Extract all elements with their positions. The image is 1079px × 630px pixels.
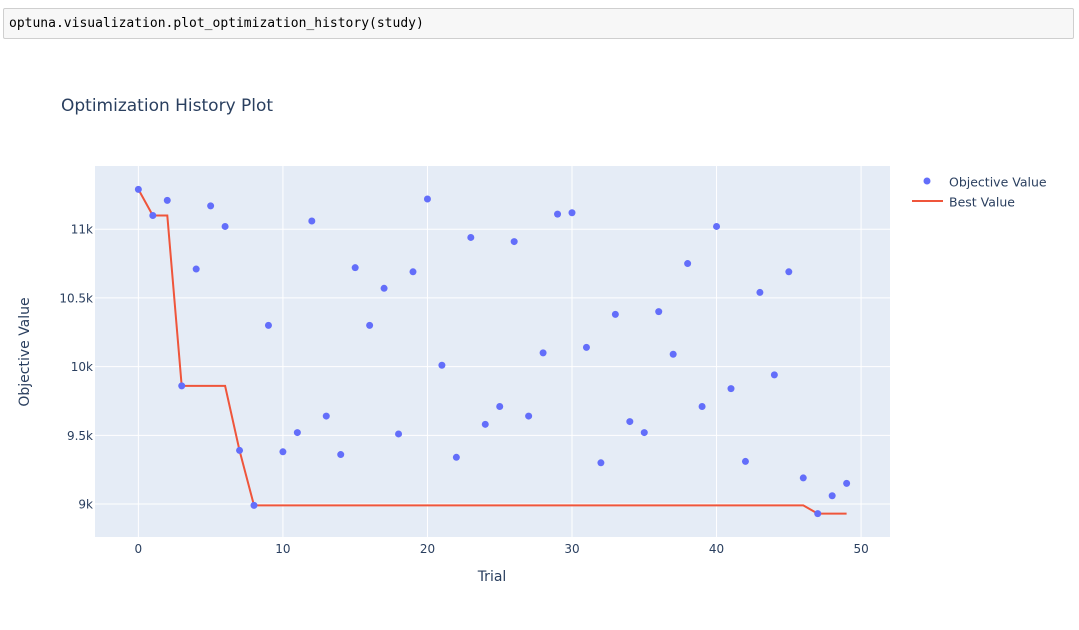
objective-point[interactable]: [264, 321, 272, 329]
objective-point[interactable]: [279, 448, 287, 456]
objective-point[interactable]: [192, 265, 200, 273]
objective-point[interactable]: [539, 349, 547, 357]
objective-point[interactable]: [582, 343, 590, 351]
objective-point[interactable]: [684, 260, 692, 268]
objective-point[interactable]: [481, 420, 489, 428]
objective-point[interactable]: [452, 453, 460, 461]
optimization-history-chart: Optimization History Plot 0 10 20 30 40 50 9k 9…: [17, 96, 1047, 585]
objective-point[interactable]: [770, 371, 778, 379]
x-tick-label: 40: [709, 542, 724, 556]
objective-point[interactable]: [568, 209, 576, 217]
legend-item-objective-value[interactable]: Objective Value: [923, 175, 1047, 190]
objective-point[interactable]: [308, 217, 316, 225]
objective-point[interactable]: [756, 288, 764, 296]
objective-point[interactable]: [366, 321, 374, 329]
legend-marker-icon: [923, 177, 931, 185]
objective-point[interactable]: [163, 196, 171, 204]
objective-point[interactable]: [785, 268, 793, 276]
objective-point[interactable]: [221, 222, 229, 230]
objective-point[interactable]: [510, 238, 518, 246]
objective-point[interactable]: [554, 210, 562, 218]
y-tick-label: 11k: [71, 223, 93, 237]
objective-point[interactable]: [655, 308, 663, 316]
objective-point[interactable]: [727, 385, 735, 393]
objective-point[interactable]: [351, 264, 359, 272]
objective-point[interactable]: [611, 310, 619, 318]
objective-point[interactable]: [250, 501, 258, 509]
objective-point[interactable]: [496, 402, 504, 410]
legend[interactable]: Objective Value Best Value: [912, 175, 1047, 210]
objective-point[interactable]: [395, 430, 403, 438]
objective-point[interactable]: [597, 459, 605, 467]
objective-point[interactable]: [814, 510, 822, 518]
objective-point[interactable]: [828, 492, 836, 500]
objective-point[interactable]: [669, 350, 677, 358]
objective-point[interactable]: [207, 202, 215, 210]
legend-label-best: Best Value: [949, 195, 1015, 210]
objective-point[interactable]: [149, 211, 157, 219]
objective-point[interactable]: [698, 402, 706, 410]
objective-point[interactable]: [409, 268, 417, 276]
y-tick-label: 9.5k: [67, 429, 93, 443]
x-tick-label: 0: [135, 542, 143, 556]
legend-label-objective: Objective Value: [949, 175, 1047, 190]
objective-point[interactable]: [799, 474, 807, 482]
code-cell[interactable]: optuna.visualization.plot_optimization_h…: [3, 8, 1074, 39]
objective-point[interactable]: [525, 412, 533, 420]
legend-item-best-value[interactable]: Best Value: [912, 195, 1015, 210]
objective-point[interactable]: [741, 457, 749, 465]
x-axis-title: Trial: [477, 569, 507, 585]
objective-point[interactable]: [467, 233, 475, 241]
objective-point[interactable]: [640, 429, 648, 437]
objective-point[interactable]: [626, 418, 634, 426]
x-tick-label: 20: [420, 542, 435, 556]
objective-point[interactable]: [713, 222, 721, 230]
x-tick-label: 30: [564, 542, 579, 556]
objective-point[interactable]: [380, 284, 388, 292]
y-tick-label: 10.5k: [59, 291, 93, 305]
chart-title: Optimization History Plot: [61, 96, 273, 116]
y-axis-title: Objective Value: [17, 297, 33, 406]
objective-point[interactable]: [438, 361, 446, 369]
objective-point[interactable]: [843, 479, 851, 487]
objective-point[interactable]: [236, 446, 244, 454]
objective-point[interactable]: [322, 412, 330, 420]
plot-area: [95, 166, 890, 537]
objective-point[interactable]: [293, 429, 301, 437]
objective-point[interactable]: [337, 451, 345, 459]
y-tick-label: 9k: [78, 498, 93, 512]
x-tick-label: 50: [853, 542, 868, 556]
objective-point[interactable]: [178, 382, 186, 390]
y-tick-label: 10k: [71, 360, 93, 374]
objective-point[interactable]: [423, 195, 431, 203]
objective-point[interactable]: [134, 185, 142, 193]
x-tick-label: 10: [275, 542, 290, 556]
